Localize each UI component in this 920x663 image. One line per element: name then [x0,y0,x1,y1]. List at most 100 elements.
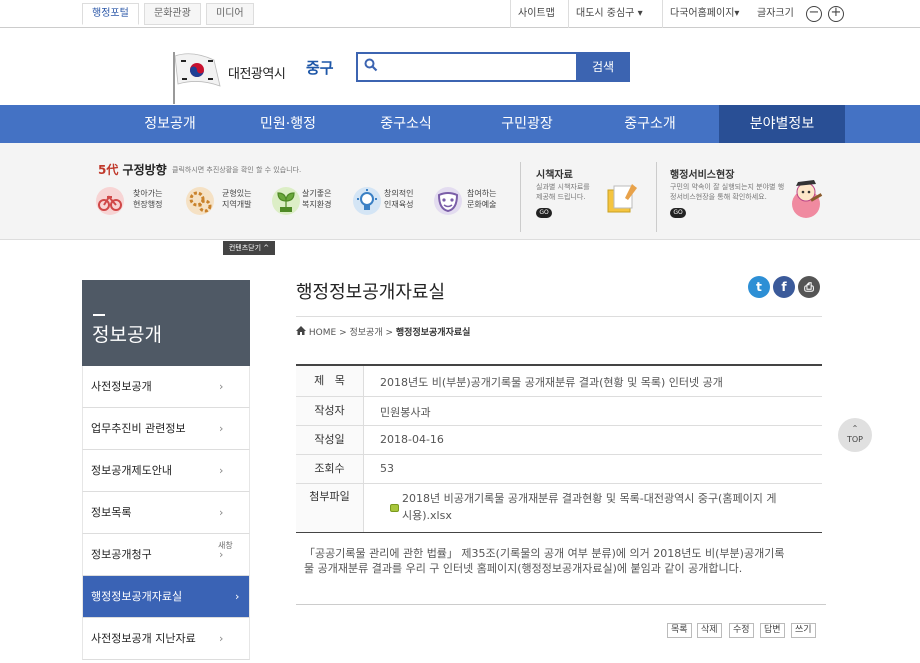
zoom-out-icon[interactable]: − [806,6,822,22]
logo-flag-icon[interactable] [172,50,226,107]
sidebar-item-past-data[interactable]: 사전정보공개 지난자료 › [82,618,250,660]
views-label: 조회수 [296,455,364,483]
scroll-top-button[interactable]: ⌃ TOP [838,418,872,452]
sidebar-item-label: 정보목록 [91,506,132,519]
content-divider [296,604,826,605]
banner-divider [656,162,657,232]
chevron-right-icon: › [219,464,224,477]
file-label: 첨부파일 [296,484,364,532]
sprout-icon[interactable] [272,187,300,215]
banner-item-1[interactable]: 찾아가는 현장행정 [133,188,179,210]
gear-icon[interactable] [186,187,214,215]
policy-go-button[interactable]: GO [536,208,552,218]
banner-item-3[interactable]: 살기좋은복지환경 [302,188,348,210]
nav-civil-admin[interactable]: 민원·행정 [225,105,351,143]
district-dropdown[interactable]: 대도시 중심구 ▾ [568,0,650,28]
sidebar-item-expenses[interactable]: 업무추진비 관련정보 › [82,408,250,450]
logo-city-text[interactable]: 대전광역시 [228,63,286,82]
breadcrumb-level1[interactable]: 정보공개 [349,328,382,338]
portal-tab-admin[interactable]: 행정포털 [82,3,139,25]
zoom-in-icon[interactable]: + [828,6,844,22]
sidebar-item-label: 업무추진비 관련정보 [91,422,186,435]
sidebar-item-pre-disclosure[interactable]: 사전정보공개 › [82,366,250,408]
banner-item-2[interactable]: 균형있는지역개발 [222,188,268,210]
multilang-label: 다국어홈페이지 [670,8,735,19]
nav-field-info[interactable]: 분야별정보 [719,105,845,143]
nav-info-disclosure[interactable]: 정보공개 [107,105,233,143]
banner-item-4[interactable]: 창의적인 인재육성 [384,188,430,210]
mask-icon[interactable] [434,187,462,215]
breadcrumb-sep: > [385,328,394,338]
sidebar-item-label: 사전정보공개 [91,380,152,393]
title-label: 제 목 [296,366,364,396]
date-value: 2018-04-16 [380,433,444,446]
file-name-line1: 2018년 비공개기록물 공개재분류 결과현황 및 목록-대전광역시 중구(홈페… [402,492,777,505]
chevron-right-icon: › [219,632,224,645]
multilang-dropdown[interactable]: 다국어홈페이지▾ [662,0,746,28]
five-num: 5代 [98,163,119,177]
banner-item-2-line1: 균형있는 [222,189,252,198]
sidebar-item-archive[interactable]: 행정정보공개자료실 › [82,576,250,618]
edit-button[interactable]: 수정 [729,623,754,638]
reply-button[interactable]: 답변 [760,623,785,638]
folder-icon [604,180,640,219]
banner-item-3-line2: 복지환경 [302,200,332,209]
banner-item-3-line1: 살기좋은 [302,189,332,198]
portal-tab-media[interactable]: 미디어 [206,3,254,25]
bicycle-icon[interactable] [96,187,124,215]
write-button[interactable]: 쓰기 [791,623,816,638]
service-title: 행정서비스현장 [670,170,735,181]
list-button[interactable]: 목록 [667,623,692,638]
nav-news[interactable]: 중구소식 [343,105,469,143]
banner-item-5[interactable]: 참여하는 문화예술 [467,188,513,210]
caret-down-icon: ▾ [734,8,740,19]
logo-gu-text[interactable]: 중구 [306,57,334,78]
banner-item-4-line1: 창의적인 [384,189,414,198]
row-date: 작성일 2018-04-16 [296,426,822,455]
caret-down-icon: ▾ [637,8,643,19]
nav-about[interactable]: 중구소개 [587,105,713,143]
sidebar-item-system-guide[interactable]: 정보공개제도안내 › [82,450,250,492]
title-value: 2018년도 비(부분)공개기록물 공개재분류 결과(현황 및 목록) 인터넷 … [380,376,723,389]
delete-button[interactable]: 삭제 [697,623,722,638]
five-direction-title: 5代 구정방향 [98,161,167,178]
file-name-line2: 시용).xlsx [402,509,452,522]
mascot-icon [788,176,824,225]
breadcrumb: HOME > 정보공개 > 행정정보공개자료실 [296,325,470,338]
breadcrumb-home[interactable]: HOME [309,328,336,338]
fontsize-label: 글자크기 [757,8,794,19]
district-label: 대도시 중심구 [576,8,635,19]
views-value: 53 [380,462,394,475]
sitemap-link[interactable]: 사이트맵 [510,0,562,28]
lightbulb-icon[interactable] [353,187,381,215]
portal-tab-culture[interactable]: 문화관광 [144,3,201,25]
post-content: 「공공기록물 관리에 관한 법률」 제35조(기록물의 공개 여부 분류)에 의… [304,546,814,576]
print-icon[interactable]: ⎙ [798,276,820,298]
row-attachment: 첨부파일 2018년 비공개기록물 공개재분류 결과현황 및 목록-대전광역시 … [296,484,822,533]
banner-item-2-line2: 지역개발 [222,200,252,209]
chevron-up-icon: ⌃ [851,424,859,433]
twitter-icon[interactable]: t [748,276,770,298]
facebook-icon[interactable]: f [773,276,795,298]
chevron-right-icon: › [219,380,224,393]
five-title-text: 구정방향 [122,163,167,177]
excel-file-icon [390,504,399,512]
banner-item-1-line2: 현장행정 [133,200,163,209]
search-button[interactable]: 검색 [576,52,630,82]
file-link[interactable]: 2018년 비공개기록물 공개재분류 결과현황 및 목록-대전광역시 중구(홈페… [402,490,812,524]
home-icon [296,326,309,338]
search-input[interactable] [356,52,578,82]
author-label: 작성자 [296,397,364,425]
close-content-tab[interactable]: 컨텐츠닫기 ^ [223,241,275,255]
sidebar-item-info-list[interactable]: 정보목록 › [82,492,250,534]
author-value: 민원봉사과 [380,406,431,419]
nav-plaza[interactable]: 구민광장 [464,105,590,143]
chevron-right-icon: › [235,590,240,603]
sidebar-item-label: 정보공개청구 [91,548,152,561]
policy-desc: 실과별 시책자료를 제공해 드립니다. [536,183,590,201]
service-desc: 구민의 약속이 잘 실행되는지 분야별 행정서비스현장을 통해 확인하세요. [670,183,785,201]
chevron-right-icon: › [219,422,224,435]
chevron-right-icon: › [219,506,224,519]
service-go-button[interactable]: GO [670,208,686,218]
content-line1: 「공공기록물 관리에 관한 법률」 제35조(기록물의 공개 여부 분류)에 의… [304,547,785,560]
